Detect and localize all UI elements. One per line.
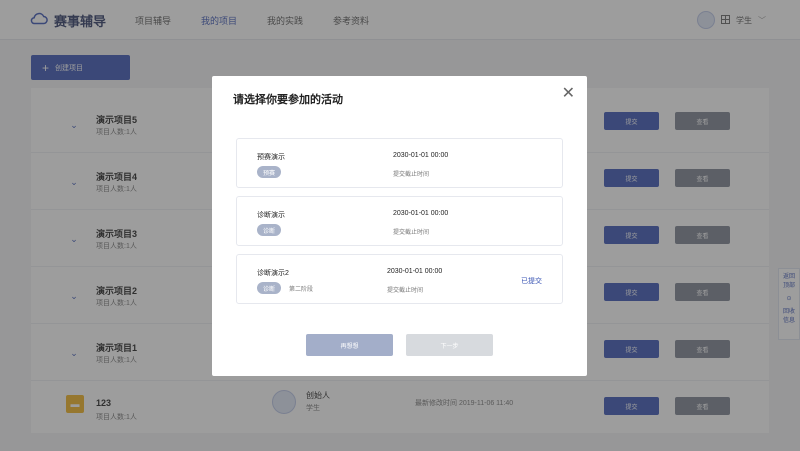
activity-name: 诊断演示2 xyxy=(257,270,289,277)
activity-option[interactable]: 预赛演示 预赛 2030-01-01 00:00 提交截止时间 xyxy=(236,138,563,188)
status-badge: 已提交 xyxy=(521,278,542,285)
activity-date: 2030-01-01 00:00 xyxy=(387,268,443,275)
activity-deadline-label: 提交截止时间 xyxy=(387,288,424,294)
activity-round: 第二阶段 xyxy=(289,287,314,293)
activity-deadline-label: 提交截止时间 xyxy=(393,172,430,178)
activity-name: 诊断演示 xyxy=(257,212,285,219)
activity-date: 2030-01-01 00:00 xyxy=(393,210,449,217)
close-icon[interactable]: ✕ xyxy=(562,86,575,102)
dialog-title: 请选择你要参加的活动 xyxy=(233,94,343,106)
activity-option[interactable]: 诊断演示2 诊断 第二阶段 2030-01-01 00:00 提交截止时间 已提… xyxy=(236,254,563,304)
select-activity-dialog: 请选择你要参加的活动 ✕ 预赛演示 预赛 2030-01-01 00:00 提交… xyxy=(212,76,587,376)
activity-deadline-label: 提交截止时间 xyxy=(393,230,430,236)
activity-date: 2030-01-01 00:00 xyxy=(393,152,449,159)
next-button[interactable]: 下一步 xyxy=(406,334,493,356)
activity-name: 预赛演示 xyxy=(257,154,285,161)
back-button[interactable]: 再想想 xyxy=(306,334,393,356)
activity-type-badge: 预赛 xyxy=(257,166,282,178)
activity-type-badge: 诊断 xyxy=(257,224,282,236)
activity-type-badge: 诊断 xyxy=(257,282,282,294)
activity-option[interactable]: 诊断演示 诊断 2030-01-01 00:00 提交截止时间 xyxy=(236,196,563,246)
